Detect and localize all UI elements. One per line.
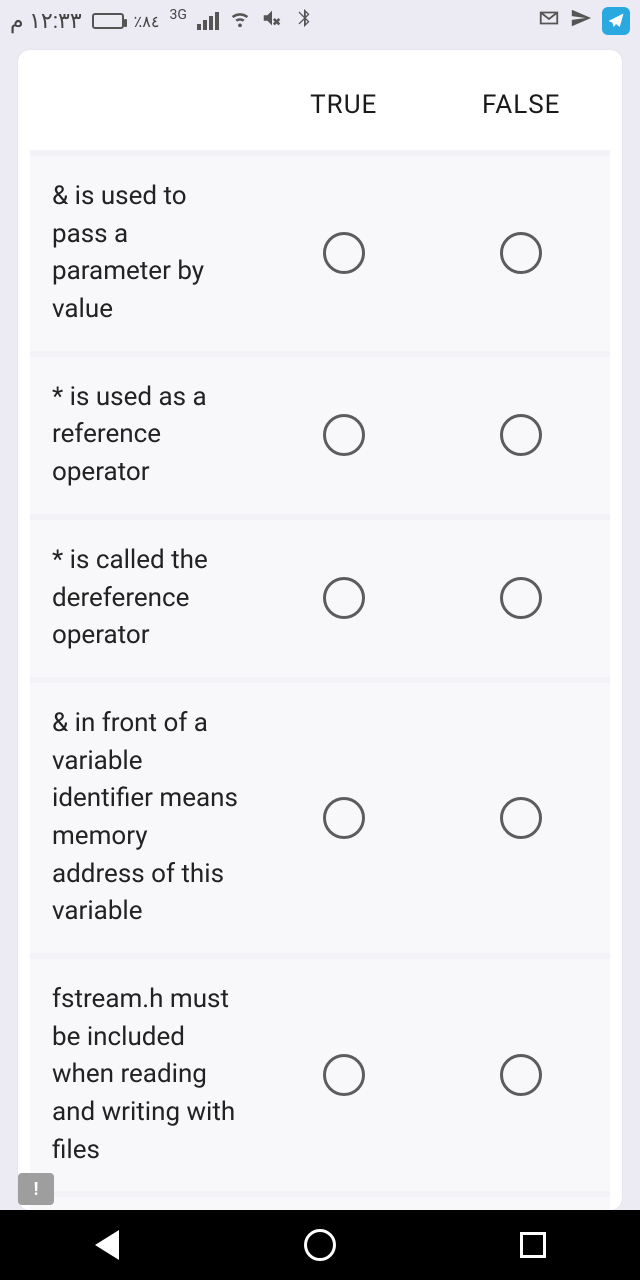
question-row: & in front of a variable identifier mean…: [30, 677, 610, 953]
signal-bars-icon: [197, 12, 219, 30]
question-card: TRUE FALSE & is used to pass a parameter…: [18, 50, 622, 1210]
question-row: fstream.h must be included when reading …: [30, 953, 610, 1191]
header-false: FALSE: [433, 90, 611, 120]
exclaim-icon: !: [34, 1179, 39, 1200]
radio-true[interactable]: [323, 1054, 365, 1096]
radio-true[interactable]: [323, 577, 365, 619]
question-text: * is called the dereference operator: [30, 542, 255, 655]
radio-true[interactable]: [323, 414, 365, 456]
question-text: * is used as a reference operator: [30, 379, 255, 492]
radio-true[interactable]: [323, 232, 365, 274]
radio-true[interactable]: [323, 797, 365, 839]
mute-icon: [261, 7, 283, 35]
status-clock: ١٢:٣٣ م: [10, 9, 82, 34]
page-wrap: TRUE FALSE & is used to pass a parameter…: [0, 42, 640, 1210]
status-left: ١٢:٣٣ م ٪٨٤ 3G: [10, 7, 315, 35]
telegram-icon: [602, 7, 630, 35]
feedback-button[interactable]: !: [18, 1173, 54, 1205]
send-icon: [570, 7, 592, 35]
nav-back-button[interactable]: [87, 1225, 127, 1265]
question-row: ios::app: [30, 1191, 610, 1210]
radio-false[interactable]: [500, 797, 542, 839]
question-text: & is used to pass a parameter by value: [30, 178, 255, 329]
battery-icon: [92, 13, 124, 29]
status-bar: ١٢:٣٣ م ٪٨٤ 3G: [0, 0, 640, 42]
wifi-icon: [229, 7, 251, 35]
gmail-icon: [538, 7, 560, 35]
header-true: TRUE: [255, 90, 433, 120]
radio-false[interactable]: [500, 414, 542, 456]
network-label: 3G: [169, 7, 186, 23]
column-headers: TRUE FALSE: [30, 68, 610, 150]
radio-false[interactable]: [500, 232, 542, 274]
radio-false[interactable]: [500, 577, 542, 619]
question-row: * is used as a reference operator: [30, 351, 610, 514]
battery-percent: ٪٨٤: [134, 12, 160, 31]
question-text: fstream.h must be included when reading …: [30, 981, 255, 1169]
android-navbar: [0, 1210, 640, 1280]
question-text: & in front of a variable identifier mean…: [30, 705, 255, 931]
radio-false[interactable]: [500, 1054, 542, 1096]
bluetooth-icon: [293, 7, 315, 35]
question-row: * is called the dereference operator: [30, 514, 610, 677]
status-right: [538, 7, 630, 35]
nav-home-button[interactable]: [300, 1225, 340, 1265]
question-row: & is used to pass a parameter by value: [30, 150, 610, 351]
nav-recent-button[interactable]: [513, 1225, 553, 1265]
